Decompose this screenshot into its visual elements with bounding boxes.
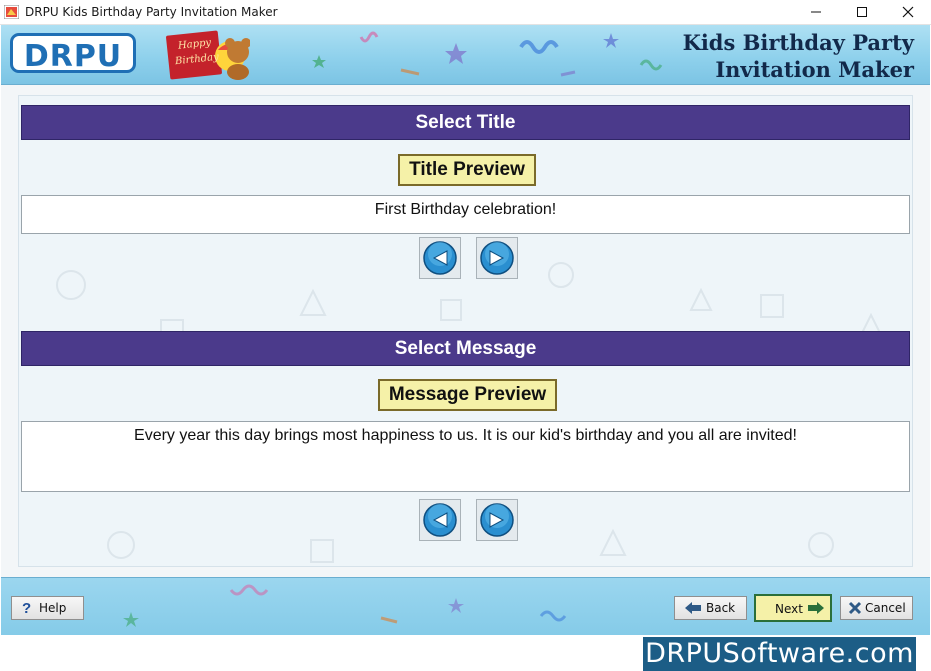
arrow-right-circle-icon xyxy=(480,503,514,537)
title-preview-label: Title Preview xyxy=(398,154,536,186)
minimize-icon xyxy=(811,11,821,13)
header-banner: DRPU Happy Birthday Kids Birthday Party … xyxy=(1,25,930,85)
arrow-right-icon xyxy=(808,602,824,614)
minimize-button[interactable] xyxy=(793,0,839,25)
logo-text: DRPU xyxy=(23,39,123,74)
app-name-line1: Kids Birthday Party xyxy=(682,30,914,55)
message-preview-label: Message Preview xyxy=(378,379,557,411)
close-icon xyxy=(902,6,914,18)
app-window: DRPU Kids Birthday Party Invitation Make… xyxy=(0,0,931,671)
cancel-button[interactable]: Cancel xyxy=(840,596,913,620)
next-label: Next xyxy=(775,602,803,616)
next-button[interactable]: Next xyxy=(754,594,832,622)
select-title-header: Select Title xyxy=(21,105,910,140)
window-title: DRPU Kids Birthday Party Invitation Make… xyxy=(25,5,278,19)
title-next-button[interactable] xyxy=(476,237,518,279)
back-button[interactable]: Back xyxy=(674,596,747,620)
select-message-header: Select Message xyxy=(21,331,910,366)
svg-text:?: ? xyxy=(22,600,31,616)
close-button[interactable] xyxy=(885,0,931,25)
help-button[interactable]: ? Help xyxy=(11,596,84,620)
app-icon xyxy=(4,5,19,19)
drpu-software-watermark: DRPUSoftware.com xyxy=(643,637,916,671)
title-prev-button[interactable] xyxy=(419,237,461,279)
app-name-line2: Invitation Maker xyxy=(715,57,914,82)
message-prev-button[interactable] xyxy=(419,499,461,541)
help-label: Help xyxy=(39,601,67,615)
arrow-left-circle-icon xyxy=(423,241,457,275)
back-label: Back xyxy=(706,601,736,615)
message-next-button[interactable] xyxy=(476,499,518,541)
maximize-button[interactable] xyxy=(839,0,885,25)
title-bar: DRPU Kids Birthday Party Invitation Make… xyxy=(0,0,931,25)
main-content: Select Title Title Preview First Birthda… xyxy=(1,85,930,577)
arrow-left-circle-icon xyxy=(423,503,457,537)
title-preview-box[interactable]: First Birthday celebration! xyxy=(21,195,910,234)
question-icon: ? xyxy=(22,600,31,616)
arrow-left-icon xyxy=(685,602,701,614)
message-preview-box[interactable]: Every year this day brings most happines… xyxy=(21,421,910,492)
drpu-logo: DRPU xyxy=(10,33,136,74)
maximize-icon xyxy=(857,7,867,17)
footer-bar: ? Help Back Next Cancel xyxy=(1,577,930,635)
x-icon xyxy=(848,601,862,615)
cancel-label: Cancel xyxy=(865,601,906,615)
arrow-right-circle-icon xyxy=(480,241,514,275)
birthday-card-image: Happy Birthday xyxy=(166,30,251,80)
app-name: Kids Birthday Party Invitation Maker xyxy=(683,29,914,83)
